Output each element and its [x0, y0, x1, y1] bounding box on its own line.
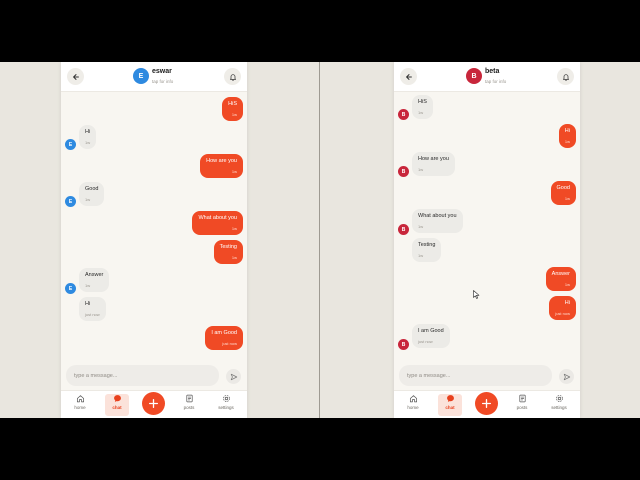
back-button[interactable] [67, 68, 84, 85]
nav-item-posts[interactable]: posts [510, 394, 534, 416]
contact-info-hint[interactable]: tap for info [485, 79, 506, 84]
message-bubble-sent[interactable]: Hi 1w [558, 124, 576, 148]
nav-item-settings[interactable]: settings [214, 394, 238, 416]
document-icon [185, 394, 193, 403]
message-bubble-sent[interactable]: HiS 1w [222, 97, 243, 121]
message-bubble-received[interactable]: Hi just now [79, 297, 106, 321]
gear-icon [222, 395, 230, 402]
bottom-nav: home chat posts settings [61, 390, 247, 418]
sender-avatar[interactable]: E [65, 283, 76, 294]
message-bubble-sent[interactable]: Answer 1w [545, 267, 576, 291]
message-bubble-received[interactable]: I am Good just now [412, 324, 450, 348]
message-bubble-sent[interactable]: What about you 1w [192, 211, 243, 235]
message-bubble-received[interactable]: Hi 1w [79, 125, 97, 149]
plus-icon [481, 398, 492, 409]
back-button[interactable] [400, 68, 417, 85]
bell-icon [229, 73, 236, 81]
contact-name[interactable]: eswar [152, 68, 172, 75]
chat-window-beta: B beta tap for info B HiS 1w Hi 1w B How… [394, 62, 580, 418]
gear-icon [555, 395, 563, 402]
message-bubble-received[interactable]: What about you 1w [412, 209, 463, 233]
nav-item-home[interactable]: home [401, 394, 425, 416]
contact-avatar[interactable]: E [133, 68, 149, 84]
add-button[interactable] [142, 392, 165, 415]
message-bubble-received[interactable]: HiS 1w [412, 95, 433, 119]
document-icon [518, 394, 526, 403]
arrow-left-icon [405, 73, 412, 80]
message-input-placeholder: type a message... [407, 372, 451, 379]
nav-item-settings[interactable]: settings [547, 394, 571, 416]
chat-header: E eswar tap for info [61, 62, 247, 92]
message-bubble-sent[interactable]: Hi just now [549, 296, 576, 320]
message-bubble-received[interactable]: Answer 1w [79, 268, 110, 292]
bell-icon [562, 73, 569, 81]
home-icon [76, 395, 84, 403]
chat-window-eswar: E eswar tap for info HiS 1w E Hi 1w How … [61, 62, 247, 418]
chat-header: B beta tap for info [394, 62, 580, 92]
nav-item-posts[interactable]: posts [177, 394, 201, 416]
message-bubble-sent[interactable]: Good 1w [550, 181, 576, 205]
message-bubble-sent[interactable]: Testing 1w [213, 240, 243, 264]
contact-avatar[interactable]: B [466, 68, 482, 84]
arrow-left-icon [72, 73, 79, 80]
message-input[interactable]: type a message... [399, 365, 552, 386]
sender-avatar[interactable]: B [398, 339, 409, 350]
contact-info-hint[interactable]: tap for info [152, 79, 173, 84]
message-input-placeholder: type a message... [74, 372, 118, 379]
notifications-button[interactable] [224, 68, 241, 85]
screen-stage: E eswar tap for info HiS 1w E Hi 1w How … [0, 62, 640, 418]
message-bubble-sent[interactable]: I am Good just now [205, 326, 243, 350]
sender-avatar[interactable]: B [398, 224, 409, 235]
contact-name[interactable]: beta [485, 68, 499, 75]
plus-icon [148, 398, 159, 409]
sender-avatar[interactable]: E [65, 196, 76, 207]
home-icon [409, 395, 417, 403]
mouse-pointer-icon [473, 290, 480, 299]
message-bubble-received[interactable]: How are you 1w [412, 152, 455, 176]
message-input[interactable]: type a message... [66, 365, 219, 386]
nav-item-home[interactable]: home [68, 394, 92, 416]
send-icon [230, 373, 237, 380]
send-icon [563, 373, 570, 380]
chat-bubble-icon [113, 395, 121, 402]
nav-item-chat[interactable]: chat [105, 394, 129, 416]
chat-bubble-icon [446, 395, 454, 402]
nav-item-chat[interactable]: chat [438, 394, 462, 416]
send-button[interactable] [559, 369, 574, 384]
sender-avatar[interactable]: B [398, 109, 409, 120]
message-bubble-received[interactable]: Testing 1w [412, 238, 442, 262]
sender-avatar[interactable]: B [398, 166, 409, 177]
sender-avatar[interactable]: E [65, 139, 76, 150]
split-divider [319, 62, 320, 418]
notifications-button[interactable] [557, 68, 574, 85]
bottom-nav: home chat posts settings [394, 390, 580, 418]
send-button[interactable] [226, 369, 241, 384]
add-button[interactable] [475, 392, 498, 415]
message-bubble-received[interactable]: Good 1w [79, 182, 105, 206]
message-bubble-sent[interactable]: How are you 1w [200, 154, 243, 178]
